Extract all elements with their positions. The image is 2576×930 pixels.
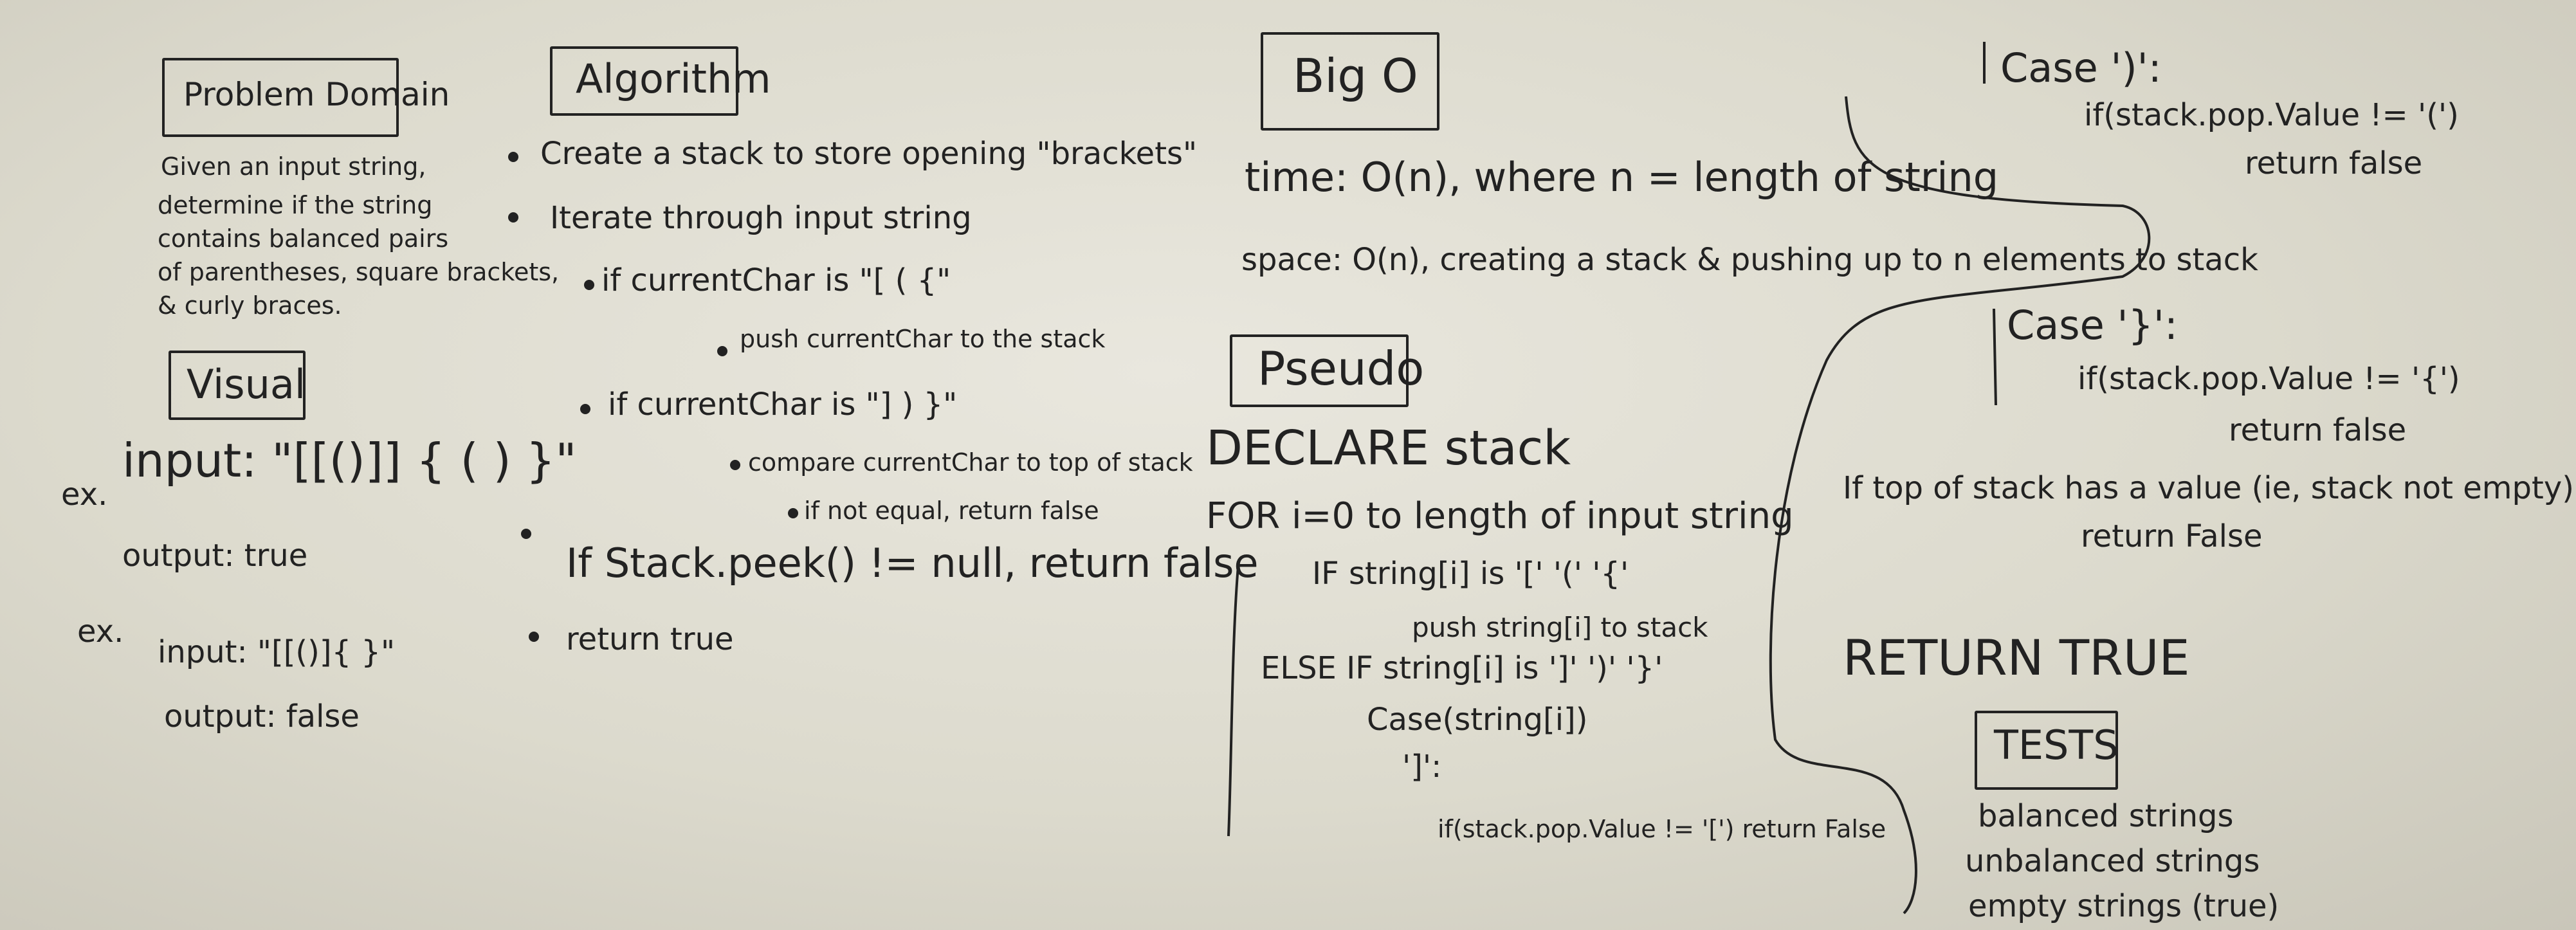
- algorithm-bullet-9: [529, 632, 539, 642]
- whiteboard: Problem Domain Given an input string, de…: [0, 0, 2576, 930]
- example-2-input: input: "[[()]{ }": [158, 634, 396, 670]
- problem-domain-line-2: determine if the string: [158, 191, 433, 219]
- algorithm-step-8: If Stack.peek() != null, return false: [566, 540, 1259, 587]
- problem-domain-line-1: Given an input string,: [161, 152, 426, 181]
- pseudo-divider-line: [1227, 565, 1239, 837]
- algorithm-title: Algorithm: [576, 55, 771, 102]
- algorithm-bullet-7: [788, 508, 798, 518]
- pseudo-case-bracket-body: if(stack.pop.Value != '[') return False: [1438, 815, 1886, 843]
- pseudo-if: IF string[i] is '[' '(' '{': [1312, 556, 1629, 592]
- case-divider-mid: [1993, 308, 1997, 406]
- algorithm-bullet-2: [508, 212, 518, 223]
- big-o-title: Big O: [1293, 49, 1418, 103]
- big-o-space: space: O(n), creating a stack & pushing …: [1241, 242, 2258, 278]
- case-brace-condition: if(stack.pop.Value != '{'): [2078, 361, 2460, 397]
- algorithm-step-3: if currentChar is "[ ( {": [601, 262, 951, 298]
- example-2-output: output: false: [164, 698, 360, 734]
- algorithm-step-2: Iterate through input string: [550, 200, 972, 236]
- algorithm-bullet-4: [717, 346, 727, 356]
- algorithm-bullet-5: [580, 404, 590, 414]
- big-o-time: time: O(n), where n = length of string: [1245, 154, 1999, 201]
- if-top-of-stack: If top of stack has a value (ie, stack n…: [1843, 470, 2574, 506]
- algorithm-bullet-8: [521, 529, 531, 539]
- algorithm-bullet-6: [730, 460, 740, 470]
- problem-domain-line-3: contains balanced pairs: [158, 224, 449, 253]
- case-brace-return: return false: [2229, 412, 2407, 448]
- pseudo-for: FOR i=0 to length of input string: [1206, 495, 1794, 537]
- algorithm-step-5: if currentChar is "] ) }": [608, 387, 958, 423]
- problem-domain-line-5: & curly braces.: [158, 291, 342, 320]
- algorithm-step-6: compare currentChar to top of stack: [748, 448, 1193, 477]
- algorithm-step-7: if not equal, return false: [804, 497, 1099, 525]
- return-true: RETURN TRUE: [1843, 629, 2190, 686]
- pseudo-push: push string[i] to stack: [1412, 612, 1708, 643]
- example-1-output: output: true: [122, 538, 308, 574]
- pseudo-case-bracket: ']':: [1402, 749, 1442, 785]
- algorithm-bullet-1: [508, 152, 518, 162]
- example-1-input: input: "[[()]] { ( ) }": [122, 433, 577, 488]
- problem-domain-title: Problem Domain: [183, 76, 450, 113]
- algorithm-bullet-3: [584, 280, 594, 290]
- algorithm-step-4: push currentChar to the stack: [740, 325, 1106, 353]
- tests-title: TESTS: [1994, 722, 2119, 769]
- case-paren-return: return false: [2245, 145, 2423, 181]
- example-2-label: ex.: [77, 614, 124, 650]
- problem-domain-line-4: of parentheses, square brackets,: [158, 258, 560, 286]
- pseudo-case: Case(string[i]): [1367, 702, 1588, 738]
- tests-item-2: unbalanced strings: [1965, 843, 2260, 879]
- algorithm-step-1: Create a stack to store opening "bracket…: [540, 136, 1198, 172]
- pseudo-title: Pseudo: [1257, 342, 1425, 396]
- case-brace-label: Case '}':: [2007, 302, 2178, 349]
- case-paren-label: Case ')':: [2000, 44, 2162, 91]
- if-top-return-false: return False: [2081, 518, 2263, 554]
- pseudo-declare: DECLARE stack: [1206, 421, 1571, 476]
- case-paren-condition: if(stack.pop.Value != '('): [2084, 97, 2459, 133]
- example-1-label: ex.: [61, 477, 108, 513]
- tests-item-3: empty strings (true): [1968, 888, 2279, 924]
- pseudo-else-if: ELSE IF string[i] is ']' ')' '}': [1261, 650, 1663, 686]
- visual-title: Visual: [187, 361, 306, 408]
- tests-item-1: balanced strings: [1978, 798, 2234, 834]
- algorithm-step-9: return true: [566, 621, 734, 657]
